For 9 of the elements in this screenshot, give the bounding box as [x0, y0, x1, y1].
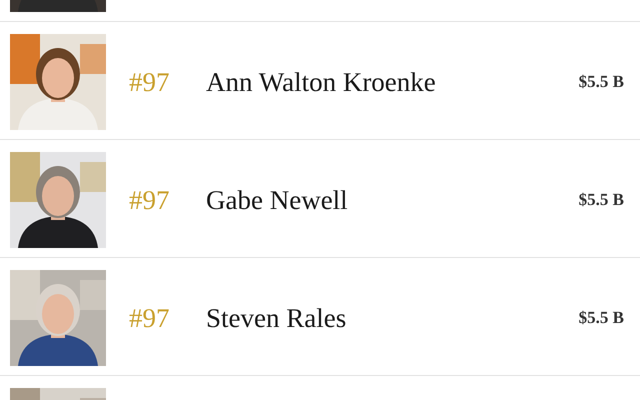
rank-number: #97 [129, 66, 170, 98]
net-worth: $5.5 B [578, 308, 624, 328]
person-name[interactable]: Ann Walton Kroenke [206, 66, 579, 98]
net-worth: $5.5 B [578, 190, 624, 210]
person-name[interactable]: Gabe Newell [206, 184, 579, 216]
net-worth: $5.5 B [578, 72, 624, 92]
person-name[interactable]: Steven Rales [206, 302, 579, 334]
rank-number: #97 [129, 184, 170, 216]
rank-number: #97 [129, 302, 170, 334]
